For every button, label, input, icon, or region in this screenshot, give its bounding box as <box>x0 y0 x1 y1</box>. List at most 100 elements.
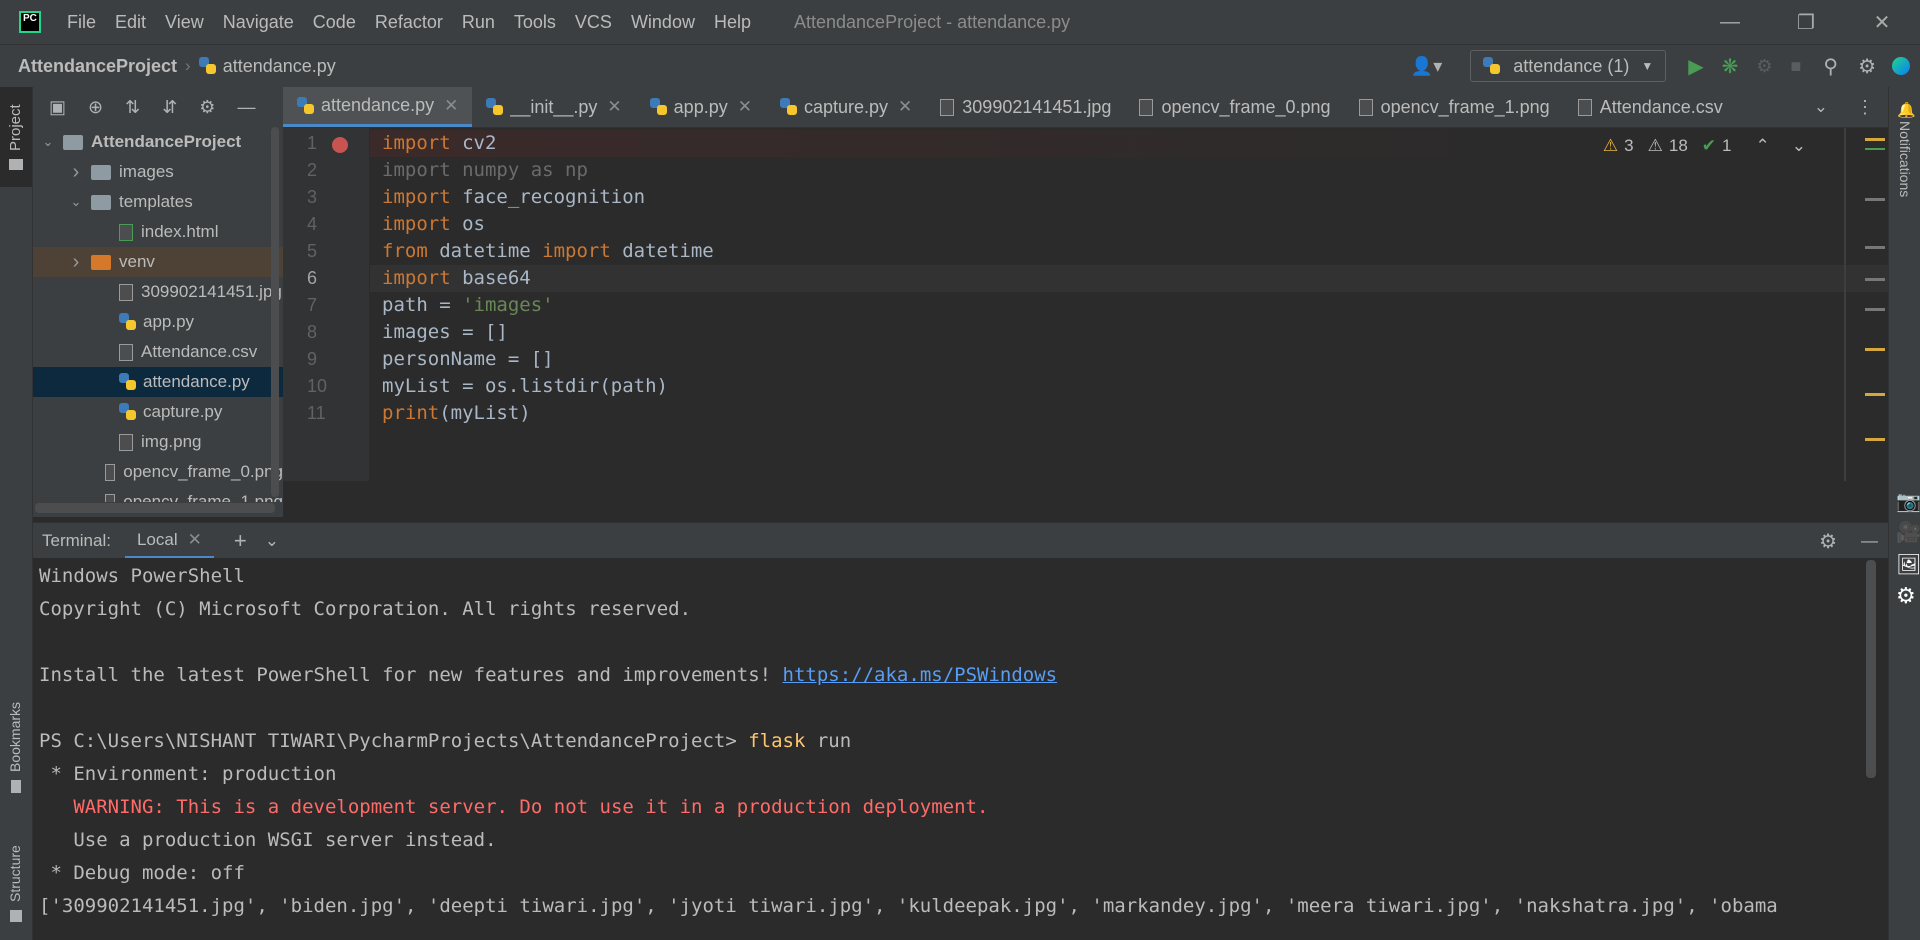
tree-item[interactable]: ⌄ AttendanceProject <box>33 127 283 157</box>
menu-item-edit[interactable]: Edit <box>115 12 146 33</box>
menu-item-view[interactable]: View <box>165 12 204 33</box>
search-icon[interactable]: ⚲ <box>1823 54 1838 79</box>
menu-item-help[interactable]: Help <box>714 12 751 33</box>
minimize-icon[interactable]: — <box>1692 0 1768 44</box>
menu-item-navigate[interactable]: Navigate <box>223 12 294 33</box>
chevron-right-icon[interactable]: › <box>69 161 83 184</box>
menu-item-run[interactable]: Run <box>462 12 495 33</box>
structure-tool-tab[interactable]: Structure <box>0 832 32 937</box>
locate-icon[interactable]: ⊕ <box>88 97 103 118</box>
code-editor[interactable]: ⚠ 3 ⚠ 18 ✔ 1 ⌃ ⌄ import cv2 import numpy … <box>370 128 1888 481</box>
editor-gutter[interactable]: 1 2 3 4 5 6 7 8 9 10 11 <box>283 128 369 481</box>
terminal-scrollbar[interactable] <box>1866 560 1876 778</box>
chevron-down-icon[interactable]: ⌄ <box>69 194 83 210</box>
tab-list-chevron-icon[interactable]: ⌄ <box>1800 87 1842 127</box>
terminal-dropdown-chevron-icon[interactable]: ⌄ <box>265 531 279 551</box>
close-tab-icon[interactable]: ✕ <box>738 97 752 117</box>
settings-gear-icon[interactable]: ⚙ <box>1858 54 1876 79</box>
terminal-line: Install the latest PowerShell for new fe… <box>39 659 1057 692</box>
editor-scrollbar-track[interactable] <box>1844 128 1846 481</box>
tree-item[interactable]: capture.py <box>33 397 283 427</box>
tree-item[interactable]: 309902141451.jpg <box>33 277 283 307</box>
close-tab-icon[interactable]: ✕ <box>444 96 458 116</box>
editor-tab[interactable]: 309902141451.jpg <box>926 87 1125 127</box>
inspection-widget[interactable]: ⚠ 3 ⚠ 18 ✔ 1 ⌃ ⌄ <box>1603 136 1806 156</box>
run-configuration-select[interactable]: attendance (1) ▼ <box>1470 50 1667 82</box>
tree-item[interactable]: opencv_frame_1.png <box>33 487 283 502</box>
editor-tab[interactable]: opencv_frame_0.png <box>1125 87 1344 127</box>
hide-terminal-icon[interactable]: — <box>1861 531 1878 551</box>
debug-icon[interactable]: ❋ <box>1722 54 1739 79</box>
breakpoint-icon[interactable] <box>332 137 348 153</box>
tree-item-label: img.png <box>141 432 202 451</box>
gallery-icon[interactable]: 🖼 <box>1896 552 1920 577</box>
notifications-bell-icon[interactable]: 🔔 <box>1897 101 1916 119</box>
close-window-icon[interactable]: ✕ <box>1844 0 1920 44</box>
editor-tab[interactable]: app.py ✕ <box>636 87 766 127</box>
settings-icon[interactable]: ⚙ <box>1896 583 1916 609</box>
project-tree: ⌄ AttendanceProject › images ⌄ templates index… <box>33 127 283 502</box>
run-icon[interactable]: ▶ <box>1688 54 1703 79</box>
terminal-text: Use a production WSGI server instead. <box>39 829 497 851</box>
terminal-text: PS C:\Users\NISHANT TIWARI\PycharmProjec… <box>39 730 749 752</box>
stop-icon[interactable]: ■ <box>1791 56 1802 77</box>
options-gear-icon[interactable]: ⚙ <box>199 97 215 118</box>
plugin-logo-icon[interactable] <box>1892 57 1910 75</box>
line-number: 2 <box>307 160 318 180</box>
menu-item-file[interactable]: File <box>67 12 96 33</box>
terminal-text: Copyright (C) Microsoft Corporation. All… <box>39 598 692 620</box>
menu-item-window[interactable]: Window <box>631 12 695 33</box>
tree-item[interactable]: › venv <box>33 247 283 277</box>
tree-item[interactable]: app.py <box>33 307 283 337</box>
chevron-right-icon[interactable]: › <box>69 251 83 274</box>
menu-item-vcs[interactable]: VCS <box>575 12 612 33</box>
user-account-icon[interactable]: 👤▾ <box>1411 56 1442 77</box>
tab-label: opencv_frame_0.png <box>1161 96 1331 117</box>
menu-item-refactor[interactable]: Refactor <box>375 12 443 33</box>
tree-item[interactable]: › images <box>33 157 283 187</box>
editor-tab[interactable]: __init__.py ✕ <box>472 87 635 127</box>
hide-panel-icon[interactable]: — <box>237 97 255 118</box>
collapse-all-icon[interactable]: ⇵ <box>162 97 177 118</box>
new-terminal-plus-icon[interactable]: + <box>234 528 247 554</box>
camera-icon[interactable]: 📷 <box>1896 489 1920 514</box>
close-tab-icon[interactable]: ✕ <box>898 97 912 117</box>
terminal-output[interactable]: Windows PowerShell Copyright (C) Microsof… <box>33 558 1888 940</box>
next-highlight-icon[interactable]: ⌄ <box>1792 136 1806 156</box>
chevron-down-icon[interactable]: ⌄ <box>41 134 55 150</box>
tree-item[interactable]: opencv_frame_0.png <box>33 457 283 487</box>
tree-vertical-scrollbar[interactable] <box>271 127 279 497</box>
tree-item[interactable]: Attendance.csv <box>33 337 283 367</box>
terminal-settings-gear-icon[interactable]: ⚙ <box>1819 529 1837 554</box>
editor-tab[interactable]: opencv_frame_1.png <box>1345 87 1564 127</box>
menu-item-code[interactable]: Code <box>313 12 356 33</box>
menu-item-tools[interactable]: Tools <box>514 12 556 33</box>
select-opened-file-icon[interactable]: ▣ <box>49 97 66 118</box>
close-terminal-tab-icon[interactable]: ✕ <box>188 530 202 550</box>
editor-tab[interactable]: Attendance.csv <box>1564 87 1737 127</box>
coverage-icon[interactable]: ⚙ <box>1756 56 1772 77</box>
tab-label: __init__.py <box>510 96 598 117</box>
tree-item[interactable]: attendance.py <box>33 367 283 397</box>
close-tab-icon[interactable]: ✕ <box>607 97 621 117</box>
notifications-label[interactable]: Notifications <box>1897 121 1913 197</box>
project-tool-tab[interactable]: Project <box>0 87 32 187</box>
restore-icon[interactable]: ❐ <box>1768 0 1844 44</box>
tree-item[interactable]: index.html <box>33 217 283 247</box>
prev-highlight-icon[interactable]: ⌃ <box>1756 136 1770 156</box>
editor-error-stripe[interactable] <box>1865 138 1885 468</box>
video-icon[interactable]: 🎥 <box>1896 520 1920 545</box>
more-tabs-icon[interactable]: ⋮ <box>1842 87 1888 127</box>
breadcrumb-file[interactable]: attendance.py <box>223 56 336 77</box>
editor-tab[interactable]: attendance.py ✕ <box>283 87 473 127</box>
expand-all-icon[interactable]: ⇅ <box>125 97 140 118</box>
editor-tab[interactable]: capture.py ✕ <box>766 87 926 127</box>
chevron-down-icon: ▼ <box>1641 59 1654 73</box>
tree-item[interactable]: ⌄ templates <box>33 187 283 217</box>
tree-horizontal-scrollbar[interactable] <box>35 503 275 513</box>
terminal-link[interactable]: https://aka.ms/PSWindows <box>783 664 1058 686</box>
terminal-tab-local[interactable]: Local ✕ <box>124 523 214 559</box>
tree-item[interactable]: img.png <box>33 427 283 457</box>
breadcrumb-project[interactable]: AttendanceProject <box>18 56 177 77</box>
bookmarks-tool-tab[interactable]: Bookmarks <box>0 697 32 802</box>
